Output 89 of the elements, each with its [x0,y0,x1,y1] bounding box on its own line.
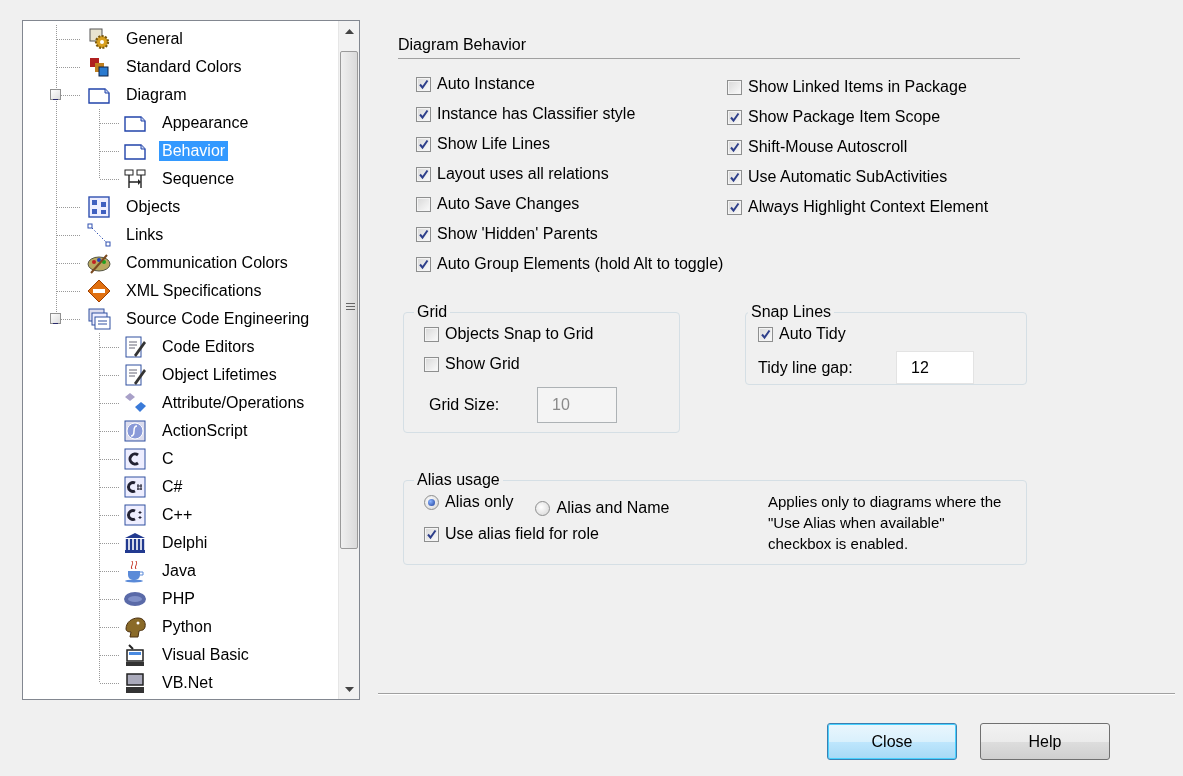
checkbox[interactable]: Show Life Lines [416,131,550,157]
checkbox[interactable]: Shift-Mouse Autoscroll [727,134,908,160]
tree-item[interactable]: C [159,449,177,469]
radio-button[interactable]: Alias and Name [535,495,670,521]
scroll-thumb[interactable] [340,51,358,549]
checkmark-icon [728,140,741,154]
checkbox[interactable]: Instance has Classifier style [416,101,636,127]
checkbox[interactable]: Show Grid [424,351,520,377]
section-title: Diagram Behavior [398,35,528,55]
tree-item[interactable]: Sequence [159,169,238,189]
computer-icon [123,671,147,695]
gear-icon [87,27,111,51]
field-label: Grid Size: [429,396,501,414]
tree-item[interactable]: C++ [159,505,196,525]
tree-item[interactable]: Objects [123,197,184,217]
checkmark-icon [728,170,741,184]
windows-icon [87,307,111,331]
document-pen-icon [123,363,147,387]
tree-item[interactable]: Python [159,617,215,637]
grip-icon [346,303,355,310]
checkmark-icon [417,227,430,241]
checkmark-icon [728,200,741,214]
checkmark-icon [417,107,430,121]
link-icon [87,223,111,247]
sequence-icon [123,167,147,191]
checkbox[interactable]: Always Highlight Context Element [727,194,989,220]
checkbox[interactable]: Objects Snap to Grid [424,321,594,347]
diamond-icon [87,279,111,303]
tree-item[interactable]: Communication Colors [123,253,291,273]
dialog-button[interactable]: Close [827,723,957,760]
checkmark-icon [728,110,741,124]
checkbox[interactable]: Show 'Hidden' Parents [416,221,598,247]
input-field[interactable]: 12 [896,351,974,384]
checkbox[interactable]: Use Automatic SubActivities [727,164,948,190]
caret-up-icon [344,28,354,34]
checkbox[interactable]: Auto Tidy [758,321,846,347]
tree-item[interactable]: Source Code Engineering [123,309,313,329]
tree-item[interactable]: Visual Basic [159,645,252,665]
tree-item[interactable]: Java [159,561,199,581]
tree-item[interactable]: C# [159,477,186,497]
tree-item[interactable]: Object Lifetimes [159,365,280,385]
checkbox[interactable]: Auto Group Elements (hold Alt to toggle) [416,251,724,277]
dialog-button[interactable]: Help [980,723,1110,760]
group-title: Alias usage [416,471,501,489]
group-title: Grid [416,303,449,321]
checkmark-icon [759,327,772,341]
tree-item[interactable]: Delphi [159,533,211,553]
temple-icon [123,531,147,555]
tree-item[interactable]: Standard Colors [123,57,245,77]
checkbox[interactable]: Use alias field for role [424,521,599,547]
cubes-icon [123,391,147,415]
caret-down-icon [344,686,354,692]
checkbox[interactable]: Layout uses all relations [416,161,609,187]
checkmark-icon [417,167,430,181]
color-squares-icon [87,55,111,79]
cup-icon [123,559,147,583]
c-box-icon [123,503,147,527]
checkmark-icon [417,257,430,271]
collapse-toggle[interactable] [50,89,61,100]
tree-item[interactable]: Links [123,225,167,245]
disc-icon [123,419,147,443]
checkmark-icon [417,137,430,151]
tree-item[interactable]: General [123,29,186,49]
c-box-icon [123,475,147,499]
tree-item[interactable]: Appearance [159,113,252,133]
dinosaur-icon [123,615,147,639]
document-pen-icon [123,335,147,359]
objects-icon [87,195,111,219]
radio-button[interactable]: Alias only [424,489,514,515]
field-label: Tidy line gap: [758,358,854,377]
checkbox[interactable]: Auto Instance [416,71,535,97]
c-box-icon [123,447,147,471]
checkbox[interactable]: Show Linked Items in Package [727,74,967,100]
checkbox[interactable]: Show Package Item Scope [727,104,941,130]
scrollbar[interactable] [338,21,359,699]
group-title: Snap Lines [750,303,833,321]
info-text: Applies only to diagrams where the "Use Alias when available" checkbox is enabled. [768,492,1003,554]
checkmark-icon [425,527,438,541]
tree-item[interactable]: PHP [159,589,198,609]
tree-item[interactable]: ActionScript [159,421,251,441]
tree-item[interactable]: Attribute/Operations [159,393,308,413]
tree-item[interactable]: XML Specifications [123,281,265,301]
tree-item[interactable]: VB.Net [159,673,216,693]
collapse-toggle[interactable] [50,313,61,324]
checkbox[interactable]: Auto Save Changes [416,191,580,217]
checkmark-icon [417,77,430,91]
tree-item[interactable]: Code Editors [159,337,258,357]
tree-item[interactable]: Diagram [123,85,190,105]
computer-icon [123,643,147,667]
